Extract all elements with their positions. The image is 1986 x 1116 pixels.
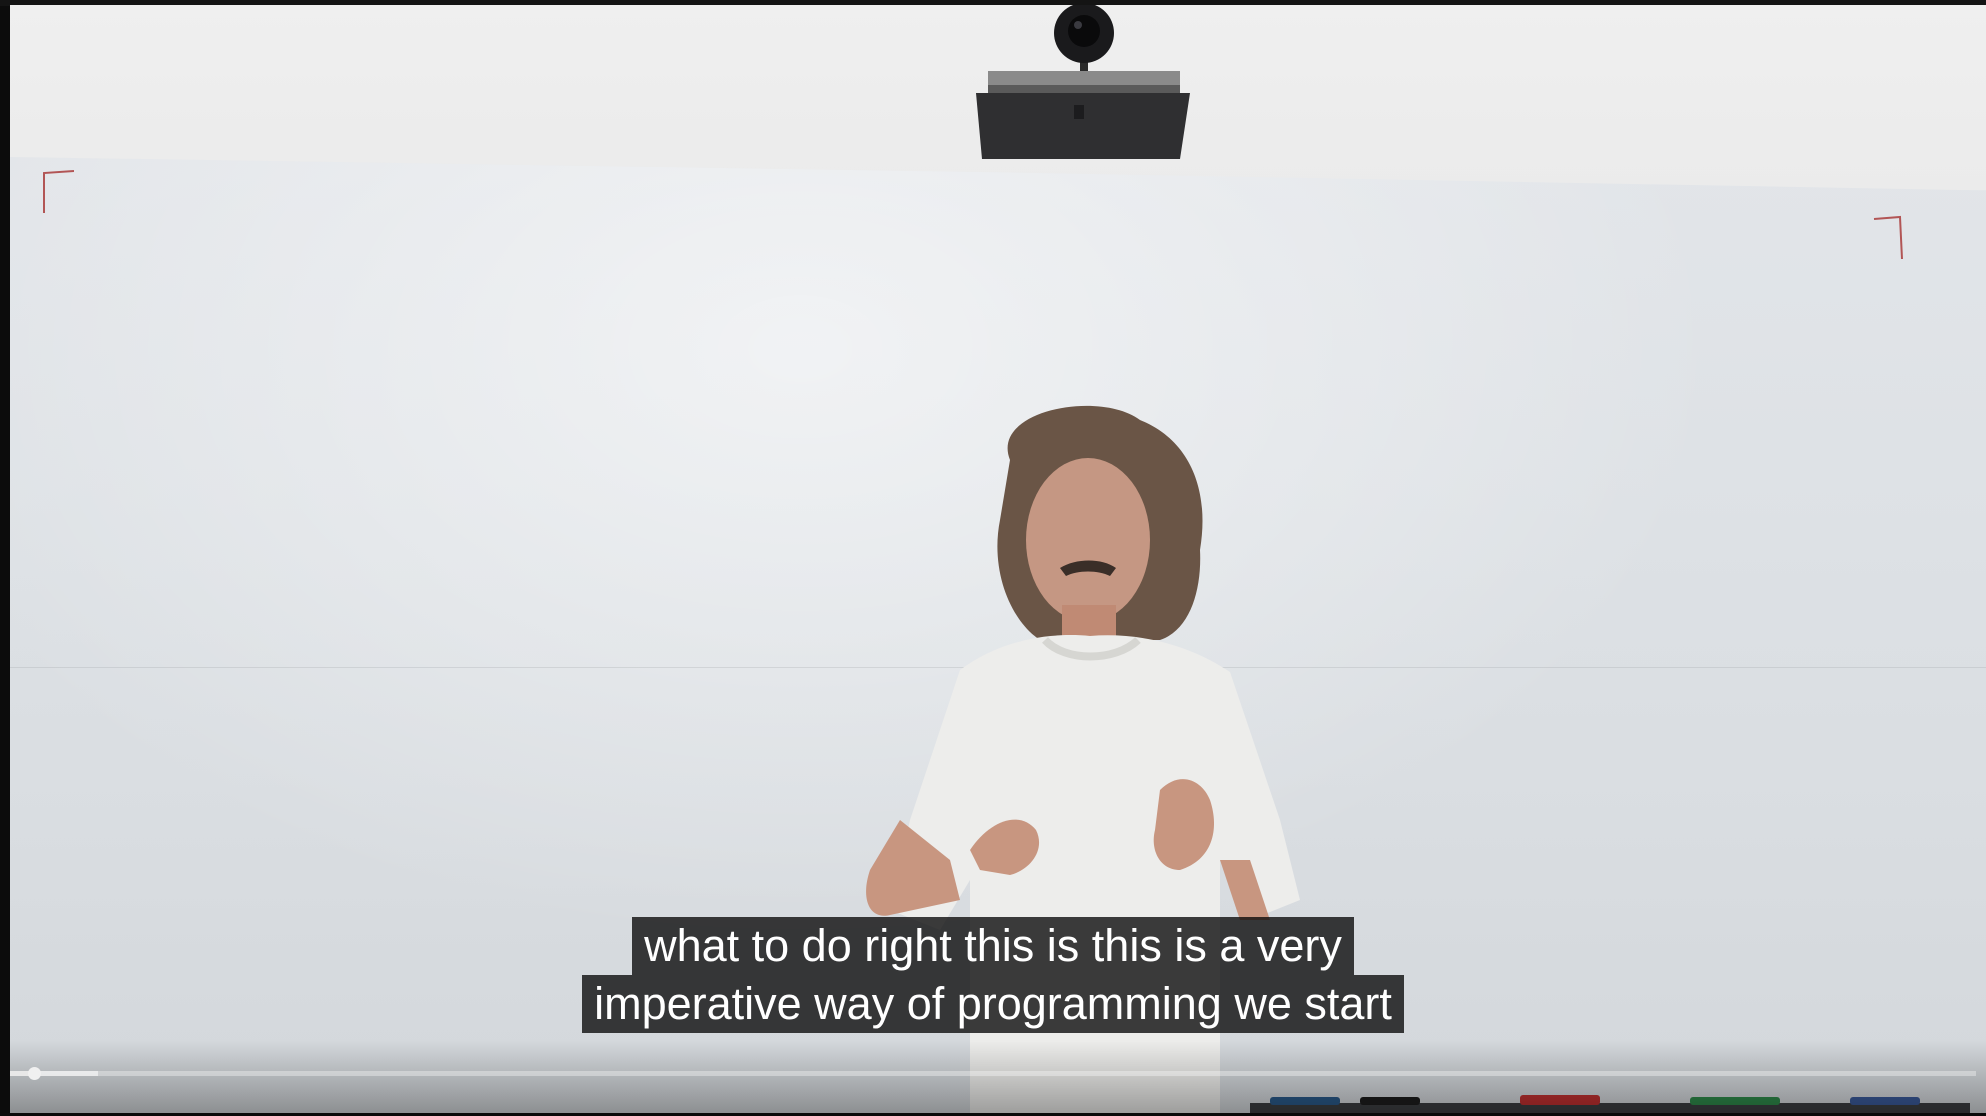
progress-scrubber-handle[interactable] [27, 1067, 41, 1080]
caption-line-1: what to do right this is this is a very [632, 917, 1354, 975]
video-player[interactable]: what to do right this is this is a very … [0, 0, 1986, 1116]
whiteboard-corner-mark-right [1872, 213, 1908, 261]
caption-line-2: imperative way of programming we start [582, 975, 1404, 1033]
ceiling-mount [974, 65, 1192, 161]
controls-gradient [10, 1040, 1986, 1116]
progress-bar[interactable] [10, 1067, 1976, 1080]
whiteboard-corner-mark-left [38, 167, 75, 215]
caption-window: what to do right this is this is a very … [0, 917, 1986, 1033]
